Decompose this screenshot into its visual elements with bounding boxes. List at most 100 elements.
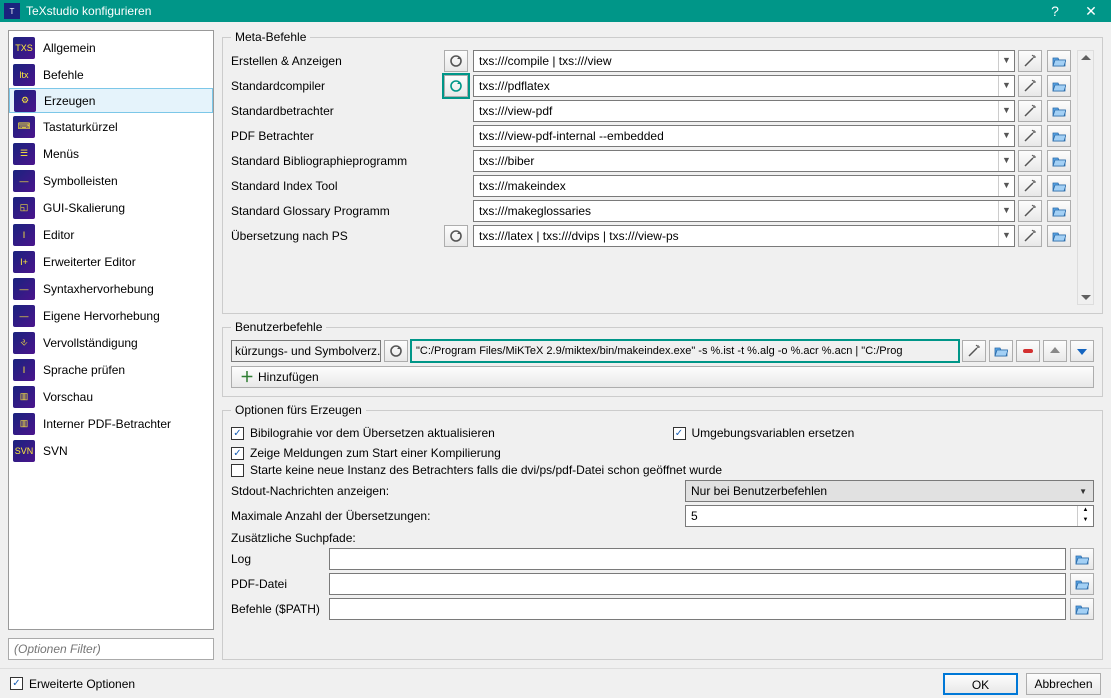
meta-row: Erstellen & Anzeigentxs:///compile | txs… — [231, 50, 1073, 72]
chk-advanced-options[interactable]: ✓Erweiterte Optionen — [10, 677, 135, 691]
sidebar-item-erweiterter-editor[interactable]: I+Erweiterter Editor — [9, 248, 213, 275]
meta-commands-group: Meta-Befehle Erstellen & Anzeigentxs:///… — [222, 30, 1103, 314]
meta-command-combo[interactable]: txs:///latex | txs:///dvips | txs:///vie… — [473, 225, 1015, 247]
meta-command-combo[interactable]: txs:///view-pdf▼ — [473, 100, 1015, 122]
meta-command-combo[interactable]: txs:///biber▼ — [473, 150, 1015, 172]
sidebar-item-vorschau[interactable]: ▥Vorschau — [9, 383, 213, 410]
meta-browse-button[interactable] — [1047, 50, 1071, 72]
rerun-button[interactable] — [444, 225, 468, 247]
meta-wizard-button[interactable] — [1018, 75, 1042, 97]
sidebar-item-allgemein[interactable]: TXSAllgemein — [9, 34, 213, 61]
meta-wizard-button[interactable] — [1018, 50, 1042, 72]
chk-update-biblio[interactable]: ✓Bibilograhie vor dem Übersetzen aktuali… — [231, 426, 653, 440]
meta-label: Übersetzung nach PS — [231, 229, 441, 243]
meta-command-combo[interactable]: txs:///compile | txs:///view▼ — [473, 50, 1015, 72]
category-icon: ◱ — [13, 197, 35, 219]
user-legend: Benutzerbefehle — [231, 320, 326, 334]
options-legend: Optionen fürs Erzeugen — [231, 403, 366, 417]
user-moveup-button[interactable] — [1043, 340, 1067, 362]
app-icon: T — [4, 3, 20, 19]
sidebar-item-svn[interactable]: SVNSVN — [9, 437, 213, 464]
meta-row: PDF Betrachter txs:///view-pdf-internal -… — [231, 125, 1073, 147]
user-wizard-button[interactable] — [962, 340, 986, 362]
category-icon: I — [13, 359, 35, 381]
log-path-label: Log — [231, 552, 325, 566]
log-path-input[interactable] — [329, 548, 1066, 570]
sidebar-item-vervollständigung[interactable]: ⎀Vervollständigung — [9, 329, 213, 356]
user-movedown-button[interactable] — [1070, 340, 1094, 362]
meta-wizard-button[interactable] — [1018, 150, 1042, 172]
meta-command-combo[interactable]: txs:///pdflatex▼ — [473, 75, 1015, 97]
meta-command-combo[interactable]: txs:///view-pdf-internal --embedded▼ — [473, 125, 1015, 147]
sidebar-item-sprache-prüfen[interactable]: ISprache prüfen — [9, 356, 213, 383]
pdf-browse-button[interactable] — [1070, 573, 1094, 595]
meta-wizard-button[interactable] — [1018, 100, 1042, 122]
cmd-path-input[interactable] — [329, 598, 1066, 620]
meta-wizard-button[interactable] — [1018, 175, 1042, 197]
add-user-command-button[interactable]: ＋ Hinzufügen — [231, 366, 1094, 388]
meta-row: Übersetzung nach PS txs:///latex | txs://… — [231, 225, 1073, 247]
chk-no-new-instance[interactable]: Starte keine neue Instanz des Betrachter… — [231, 463, 1094, 477]
user-command-input[interactable]: "C:/Program Files/MiKTeX 2.9/miktex/bin/… — [411, 340, 959, 362]
chk-show-messages[interactable]: ✓Zeige Meldungen zum Start einer Kompili… — [231, 446, 1094, 460]
sidebar-item-erzeugen[interactable]: ⚙Erzeugen — [9, 88, 213, 113]
user-browse-button[interactable] — [989, 340, 1013, 362]
pdf-path-input[interactable] — [329, 573, 1066, 595]
meta-browse-button[interactable] — [1047, 175, 1071, 197]
meta-browse-button[interactable] — [1047, 200, 1071, 222]
meta-browse-button[interactable] — [1047, 75, 1071, 97]
meta-scrollbar[interactable] — [1077, 50, 1094, 305]
category-icon: ▥ — [13, 386, 35, 408]
meta-label: Standardbetrachter — [231, 104, 441, 118]
maxcomp-spinner[interactable]: 5 ▲▼ — [685, 505, 1094, 527]
user-rerun-button[interactable] — [384, 340, 408, 362]
category-icon: I+ — [13, 251, 35, 273]
meta-command-combo[interactable]: txs:///makeindex▼ — [473, 175, 1015, 197]
sidebar-item-interner-pdf-betrachter[interactable]: ▥Interner PDF-Betrachter — [9, 410, 213, 437]
meta-command-combo[interactable]: txs:///makeglossaries▼ — [473, 200, 1015, 222]
ok-button[interactable]: OK — [943, 673, 1018, 695]
meta-browse-button[interactable] — [1047, 100, 1071, 122]
stdout-label: Stdout-Nachrichten anzeigen: — [231, 484, 681, 498]
meta-label: Standard Index Tool — [231, 179, 441, 193]
cancel-button[interactable]: Abbrechen — [1026, 673, 1101, 695]
category-icon: I — [13, 224, 35, 246]
window-title: TeXstudio konfigurieren — [26, 4, 1037, 18]
meta-row: Standard Index Tool txs:///makeindex▼ — [231, 175, 1073, 197]
category-icon: TXS — [13, 37, 35, 59]
meta-wizard-button[interactable] — [1018, 225, 1042, 247]
sidebar-item-befehle[interactable]: ltxBefehle — [9, 61, 213, 88]
meta-browse-button[interactable] — [1047, 125, 1071, 147]
category-list: TXSAllgemeinltxBefehle⚙Erzeugen⌨Tastatur… — [8, 30, 214, 630]
stdout-select[interactable]: Nur bei Benutzerbefehlen — [685, 480, 1094, 502]
titlebar: T TeXstudio konfigurieren ? ✕ — [0, 0, 1111, 22]
chk-replace-env[interactable]: ✓Umgebungsvariablen ersetzen — [673, 426, 1095, 440]
sidebar-item-tastaturkürzel[interactable]: ⌨Tastaturkürzel — [9, 113, 213, 140]
rerun-button[interactable] — [444, 75, 468, 97]
sidebar-item-symbolleisten[interactable]: —Symbolleisten — [9, 167, 213, 194]
meta-browse-button[interactable] — [1047, 225, 1071, 247]
meta-row: Standardcompilertxs:///pdflatex▼ — [231, 75, 1073, 97]
category-icon: — — [13, 305, 35, 327]
sidebar-item-syntaxhervorhebung[interactable]: —Syntaxhervorhebung — [9, 275, 213, 302]
sidebar-item-eigene-hervorhebung[interactable]: —Eigene Hervorhebung — [9, 302, 213, 329]
meta-browse-button[interactable] — [1047, 150, 1071, 172]
options-filter-input[interactable] — [8, 638, 214, 660]
maxcomp-label: Maximale Anzahl der Übersetzungen: — [231, 509, 681, 523]
help-button[interactable]: ? — [1037, 0, 1073, 22]
user-commands-group: Benutzerbefehle kürzungs- und Symbolverz… — [222, 320, 1103, 397]
cmd-browse-button[interactable] — [1070, 598, 1094, 620]
meta-label: PDF Betrachter — [231, 129, 441, 143]
sidebar-item-gui-skalierung[interactable]: ◱GUI-Skalierung — [9, 194, 213, 221]
meta-label: Standard Glossary Programm — [231, 204, 441, 218]
rerun-button[interactable] — [444, 50, 468, 72]
log-browse-button[interactable] — [1070, 548, 1094, 570]
sidebar-item-menüs[interactable]: ☰Menüs — [9, 140, 213, 167]
sidebar-item-editor[interactable]: IEditor — [9, 221, 213, 248]
meta-wizard-button[interactable] — [1018, 200, 1042, 222]
user-remove-button[interactable] — [1016, 340, 1040, 362]
user-command-name-input[interactable]: kürzungs- und Symbolverz. — [231, 340, 381, 362]
meta-wizard-button[interactable] — [1018, 125, 1042, 147]
pdf-path-label: PDF-Datei — [231, 577, 325, 591]
close-button[interactable]: ✕ — [1073, 0, 1109, 22]
